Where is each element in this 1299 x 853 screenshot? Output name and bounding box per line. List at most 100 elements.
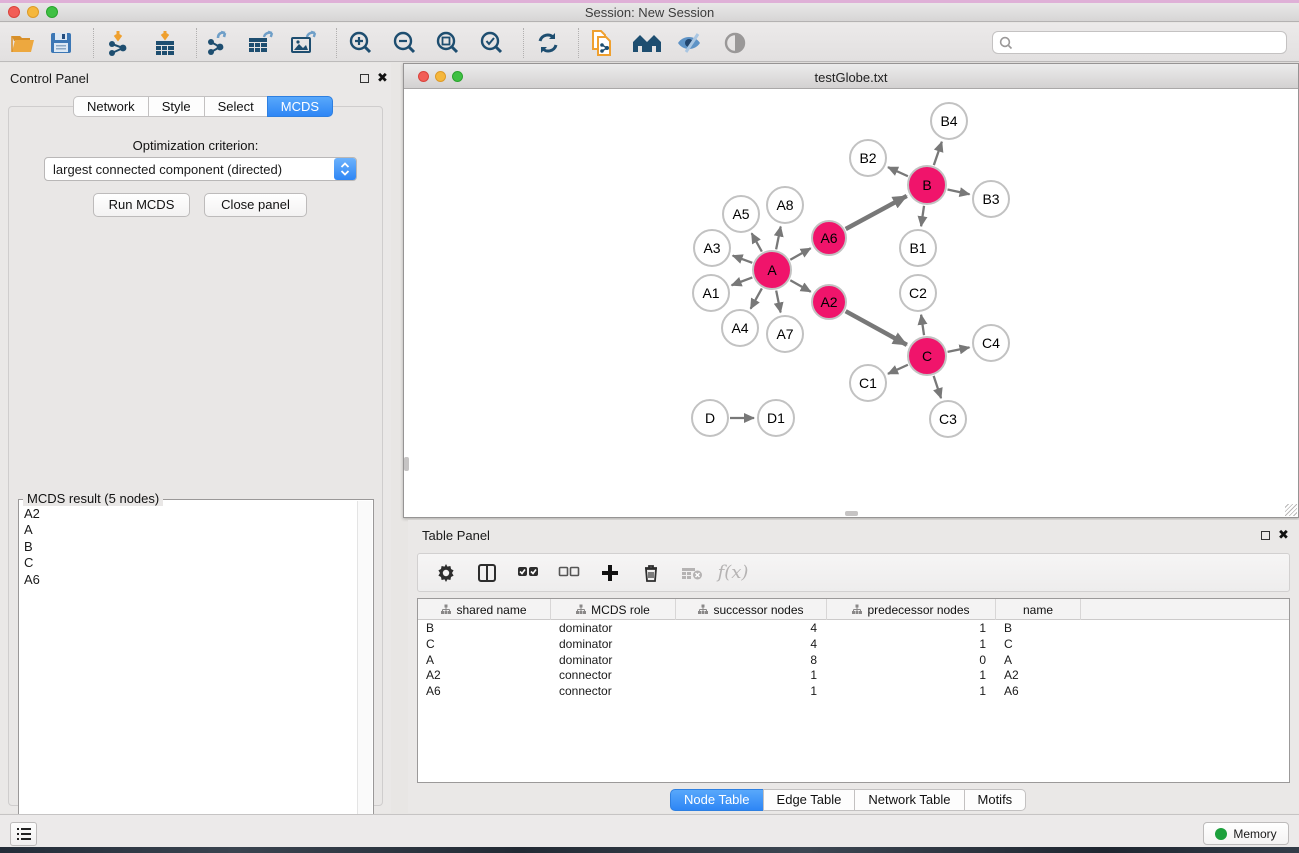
tab-mcds[interactable]: MCDS bbox=[267, 96, 333, 117]
graph-node-B4[interactable]: B4 bbox=[930, 102, 968, 140]
mcds-result-item[interactable]: A2 bbox=[20, 506, 357, 522]
cell-predecessor-nodes[interactable]: 0 bbox=[827, 653, 996, 669]
graph-edge-A-A5[interactable] bbox=[752, 233, 762, 251]
graph-node-C4[interactable]: C4 bbox=[972, 324, 1010, 362]
graph-node-A2[interactable]: A2 bbox=[811, 284, 847, 320]
graph-edge-C-C1[interactable] bbox=[888, 365, 908, 374]
graph-edge-A-A3[interactable] bbox=[733, 256, 753, 263]
graph-node-C2[interactable]: C2 bbox=[899, 274, 937, 312]
close-panel-icon[interactable]: ✖ bbox=[377, 70, 388, 86]
graph-edge-B-B1[interactable] bbox=[921, 206, 924, 226]
import-table-icon[interactable] bbox=[150, 30, 180, 56]
tab-network-table[interactable]: Network Table bbox=[854, 789, 963, 811]
graph-edge-A-A6[interactable] bbox=[790, 248, 810, 259]
cell-predecessor-nodes[interactable]: 1 bbox=[827, 637, 996, 653]
cell-successor-nodes[interactable]: 8 bbox=[676, 653, 827, 669]
graph-node-B2[interactable]: B2 bbox=[849, 139, 887, 177]
cell-shared-name[interactable]: B bbox=[418, 621, 551, 637]
open-file-icon[interactable] bbox=[8, 30, 38, 56]
float-panel-icon[interactable] bbox=[360, 74, 369, 83]
graph-edge-C-C3[interactable] bbox=[934, 376, 941, 398]
canvas-horizontal-scrollbar[interactable] bbox=[845, 511, 858, 516]
graph-edge-B-B2[interactable] bbox=[888, 167, 908, 176]
delete-table-icon[interactable] bbox=[680, 561, 704, 585]
column-header-name[interactable]: name bbox=[996, 599, 1081, 620]
cell-MCDS-role[interactable]: dominator bbox=[551, 653, 676, 669]
graph-edge-A-A8[interactable] bbox=[776, 227, 781, 250]
canvas-vertical-scrollbar[interactable] bbox=[404, 457, 409, 471]
tab-select[interactable]: Select bbox=[204, 96, 267, 117]
hide-panels-icon[interactable] bbox=[675, 30, 705, 56]
graph-node-B1[interactable]: B1 bbox=[899, 229, 937, 267]
close-table-panel-icon[interactable]: ✖ bbox=[1278, 527, 1289, 543]
memory-button[interactable]: Memory bbox=[1203, 822, 1289, 845]
close-panel-button[interactable]: Close panel bbox=[204, 193, 307, 217]
graph-edge-A-A2[interactable] bbox=[790, 280, 810, 291]
graph-node-A8[interactable]: A8 bbox=[766, 186, 804, 224]
select-all-icon[interactable] bbox=[516, 561, 540, 585]
show-panels-icon[interactable] bbox=[720, 30, 750, 56]
result-list-scrollbar[interactable] bbox=[357, 501, 372, 835]
graph-node-D[interactable]: D bbox=[691, 399, 729, 437]
mcds-result-item[interactable]: A bbox=[20, 522, 357, 538]
save-session-icon[interactable] bbox=[46, 30, 76, 56]
network-window-titlebar[interactable]: testGlobe.txt bbox=[404, 64, 1298, 89]
search-field[interactable] bbox=[992, 31, 1287, 54]
graph-node-B[interactable]: B bbox=[907, 165, 947, 205]
graph-node-C3[interactable]: C3 bbox=[929, 400, 967, 438]
tab-node-table[interactable]: Node Table bbox=[670, 789, 763, 811]
cell-name[interactable]: A6 bbox=[996, 684, 1081, 700]
export-image-icon[interactable] bbox=[289, 30, 319, 56]
tab-motifs[interactable]: Motifs bbox=[964, 789, 1027, 811]
tab-style[interactable]: Style bbox=[148, 96, 204, 117]
function-builder-icon[interactable]: f(x) bbox=[721, 561, 745, 585]
graph-node-A3[interactable]: A3 bbox=[693, 229, 731, 267]
cell-shared-name[interactable]: A2 bbox=[418, 668, 551, 684]
cell-successor-nodes[interactable]: 4 bbox=[676, 621, 827, 637]
cell-shared-name[interactable]: A6 bbox=[418, 684, 551, 700]
float-table-panel-icon[interactable] bbox=[1261, 531, 1270, 540]
tab-edge-table[interactable]: Edge Table bbox=[763, 789, 855, 811]
graph-edge-B-B3[interactable] bbox=[948, 189, 970, 194]
zoom-out-icon[interactable] bbox=[390, 30, 420, 56]
zoom-selected-icon[interactable] bbox=[477, 30, 507, 56]
graph-node-A[interactable]: A bbox=[752, 250, 792, 290]
column-header-shared-name[interactable]: shared name bbox=[418, 599, 551, 620]
graph-edge-A6-B[interactable] bbox=[846, 196, 907, 229]
refresh-icon[interactable] bbox=[533, 30, 563, 56]
column-header-MCDS-role[interactable]: MCDS role bbox=[551, 599, 676, 620]
graph-node-A6[interactable]: A6 bbox=[811, 220, 847, 256]
cell-predecessor-nodes[interactable]: 1 bbox=[827, 684, 996, 700]
cell-MCDS-role[interactable]: connector bbox=[551, 668, 676, 684]
graph-node-D1[interactable]: D1 bbox=[757, 399, 795, 437]
cell-predecessor-nodes[interactable]: 1 bbox=[827, 621, 996, 637]
table-row[interactable]: A6connector11A6 bbox=[418, 684, 1289, 700]
cell-shared-name[interactable]: A bbox=[418, 653, 551, 669]
graph-edge-C-C4[interactable] bbox=[948, 347, 970, 351]
window-resize-grip[interactable] bbox=[1285, 504, 1297, 516]
delete-column-icon[interactable] bbox=[639, 561, 663, 585]
cell-successor-nodes[interactable]: 4 bbox=[676, 637, 827, 653]
network-overview-icon[interactable] bbox=[632, 30, 662, 56]
zoom-in-icon[interactable] bbox=[346, 30, 376, 56]
cell-successor-nodes[interactable]: 1 bbox=[676, 668, 827, 684]
graph-edge-C-C2[interactable] bbox=[921, 315, 924, 335]
graph-edge-A2-C[interactable] bbox=[846, 311, 907, 345]
mcds-result-item[interactable]: B bbox=[20, 539, 357, 555]
graph-edge-A-A4[interactable] bbox=[751, 288, 762, 308]
graph-node-A5[interactable]: A5 bbox=[722, 195, 760, 233]
table-row[interactable]: Adominator80A bbox=[418, 653, 1289, 669]
zoom-fit-icon[interactable] bbox=[433, 30, 463, 56]
export-table-icon[interactable] bbox=[246, 30, 276, 56]
cell-successor-nodes[interactable]: 1 bbox=[676, 684, 827, 700]
table-row[interactable]: Cdominator41C bbox=[418, 637, 1289, 653]
search-input[interactable] bbox=[1013, 33, 1286, 52]
export-network-icon[interactable] bbox=[203, 30, 233, 56]
column-browser-icon[interactable] bbox=[475, 561, 499, 585]
cell-MCDS-role[interactable]: dominator bbox=[551, 637, 676, 653]
table-row[interactable]: Bdominator41B bbox=[418, 621, 1289, 637]
column-header-predecessor-nodes[interactable]: predecessor nodes bbox=[827, 599, 996, 620]
task-history-button[interactable] bbox=[10, 822, 37, 846]
graph-edge-A-A1[interactable] bbox=[732, 277, 753, 285]
network-canvas[interactable]: B4B2BB3A8A5A6A3B1AA1C2A2A4A7C4CC1C3DD1 bbox=[404, 89, 1298, 517]
